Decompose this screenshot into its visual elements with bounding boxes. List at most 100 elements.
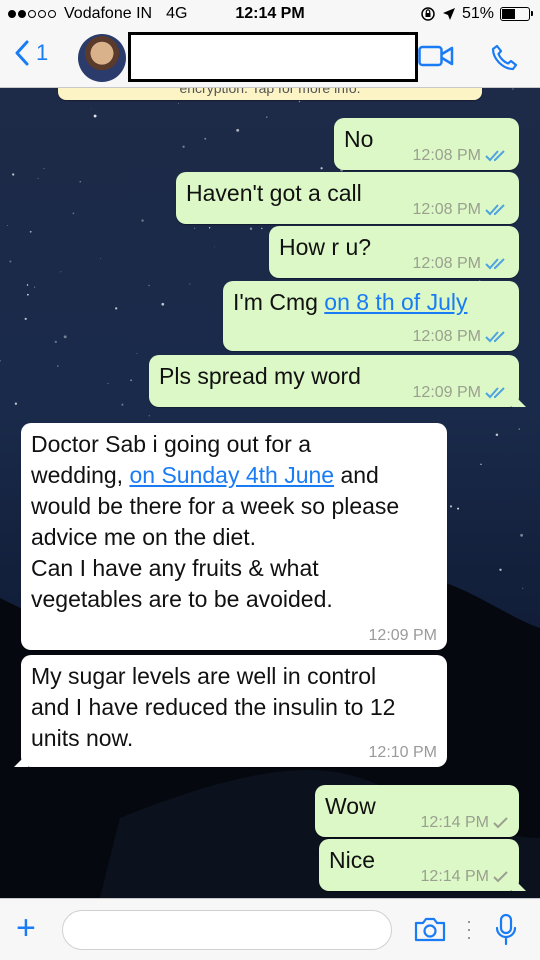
camera-button[interactable] — [414, 916, 446, 947]
star — [499, 568, 502, 571]
message-text: and — [334, 462, 379, 488]
chat-header: 1 — [0, 30, 540, 88]
message-text: No — [344, 126, 374, 152]
star — [266, 116, 268, 118]
contact-name-redacted[interactable] — [128, 32, 418, 82]
video-call-button[interactable] — [418, 44, 454, 77]
date-link[interactable]: on 8 th of July — [324, 289, 467, 315]
status-right: 51% — [420, 5, 533, 23]
star — [54, 340, 58, 344]
star — [189, 283, 191, 285]
star — [320, 167, 323, 170]
star — [457, 507, 460, 510]
star — [141, 219, 144, 222]
star — [34, 286, 36, 288]
star — [518, 428, 520, 430]
star — [204, 137, 207, 140]
star — [27, 293, 29, 296]
delivered-check-icon — [493, 817, 508, 829]
star — [261, 227, 263, 230]
star — [63, 335, 67, 339]
message-line: Doctor Sab i going out for a — [31, 431, 311, 457]
star — [214, 246, 215, 248]
message-outgoing[interactable]: Nice 12:14 PM — [319, 839, 519, 891]
star — [136, 353, 138, 354]
status-bar: Vodafone IN 4G 12:14 PM 51% — [0, 0, 540, 30]
message-outgoing[interactable]: Pls spread my word 12:09 PM — [149, 355, 519, 407]
star — [522, 587, 524, 589]
star — [480, 463, 482, 466]
message-time: 12:08 PM — [412, 147, 481, 164]
microphone-button[interactable] — [494, 913, 518, 952]
star — [182, 145, 185, 148]
star — [478, 618, 480, 620]
star — [6, 224, 8, 226]
star — [148, 415, 150, 417]
phone-icon — [491, 44, 518, 71]
message-meta: 12:08 PM — [413, 148, 509, 164]
star — [43, 168, 45, 170]
read-receipt-icon — [485, 150, 505, 162]
message-outgoing[interactable]: No 12:08 PM — [334, 118, 519, 170]
star — [178, 103, 179, 104]
message-time: 12:08 PM — [412, 201, 481, 218]
message-outgoing[interactable]: Wow 12:14 PM — [315, 785, 519, 837]
message-outgoing[interactable]: I'm Cmg on 8 th of July 12:08 PM — [223, 281, 519, 351]
message-line: advice me on the diet. — [31, 524, 257, 550]
star — [57, 365, 59, 367]
message-outgoing[interactable]: Haven't got a call 12:08 PM — [176, 172, 519, 224]
read-receipt-icon — [485, 387, 505, 399]
message-line: and I have reduced the insulin to 12 — [31, 694, 396, 720]
message-meta: 12:08 PM — [413, 256, 509, 272]
star — [90, 108, 92, 110]
encryption-notice[interactable]: encryption. Tap for more info. — [58, 88, 482, 100]
read-receipt-icon — [485, 331, 505, 343]
star — [26, 284, 29, 286]
message-outgoing[interactable]: How r u? 12:08 PM — [269, 226, 519, 278]
star — [130, 379, 133, 382]
message-incoming[interactable]: Doctor Sab i going out for a wedding, on… — [21, 423, 447, 650]
message-text: Wow — [325, 793, 376, 819]
message-meta: 12:08 PM — [413, 202, 509, 218]
star — [100, 257, 101, 259]
contact-avatar[interactable] — [78, 34, 126, 82]
message-text: Haven't got a call — [186, 180, 362, 206]
star — [194, 227, 196, 229]
message-text: Nice — [329, 847, 376, 873]
message-text: Pls spread my word — [159, 363, 361, 389]
message-time: 12:10 PM — [368, 744, 437, 761]
battery-icon — [500, 7, 533, 21]
star — [37, 177, 39, 179]
message-time: 12:08 PM — [412, 328, 481, 345]
composer: + · · · — [0, 898, 540, 960]
back-button[interactable]: 1 — [14, 40, 48, 66]
message-incoming[interactable]: My sugar levels are well in control and … — [21, 655, 447, 767]
message-time: 12:09 PM — [368, 627, 437, 644]
voice-call-button[interactable] — [490, 44, 518, 77]
location-arrow-icon — [442, 8, 455, 20]
message-line: My sugar levels are well in control — [31, 663, 377, 689]
star — [161, 302, 165, 306]
message-meta: 12:09 PM — [369, 628, 437, 644]
header-actions — [418, 44, 518, 77]
message-text: wedding, — [31, 462, 130, 488]
message-time: 12:08 PM — [412, 255, 481, 272]
message-meta: 12:09 PM — [413, 385, 509, 401]
message-list[interactable]: encryption. Tap for more info. No 12:08 … — [0, 88, 540, 898]
date-link[interactable]: on Sunday 4th June — [129, 462, 334, 488]
star — [107, 382, 109, 385]
star — [208, 227, 211, 229]
message-text: How r u? — [279, 234, 372, 260]
unread-count: 1 — [36, 40, 49, 65]
separator-dots-icon: · · · — [466, 911, 472, 947]
star — [298, 100, 301, 103]
message-meta: 12:14 PM — [421, 815, 509, 831]
message-input[interactable] — [62, 910, 392, 950]
attach-button[interactable]: + — [16, 911, 36, 945]
star — [79, 181, 81, 183]
star — [495, 433, 499, 437]
message-time: 12:09 PM — [412, 384, 481, 401]
rotation-lock-icon — [421, 7, 435, 21]
battery-fill — [502, 9, 515, 19]
message-time: 12:14 PM — [420, 814, 489, 831]
